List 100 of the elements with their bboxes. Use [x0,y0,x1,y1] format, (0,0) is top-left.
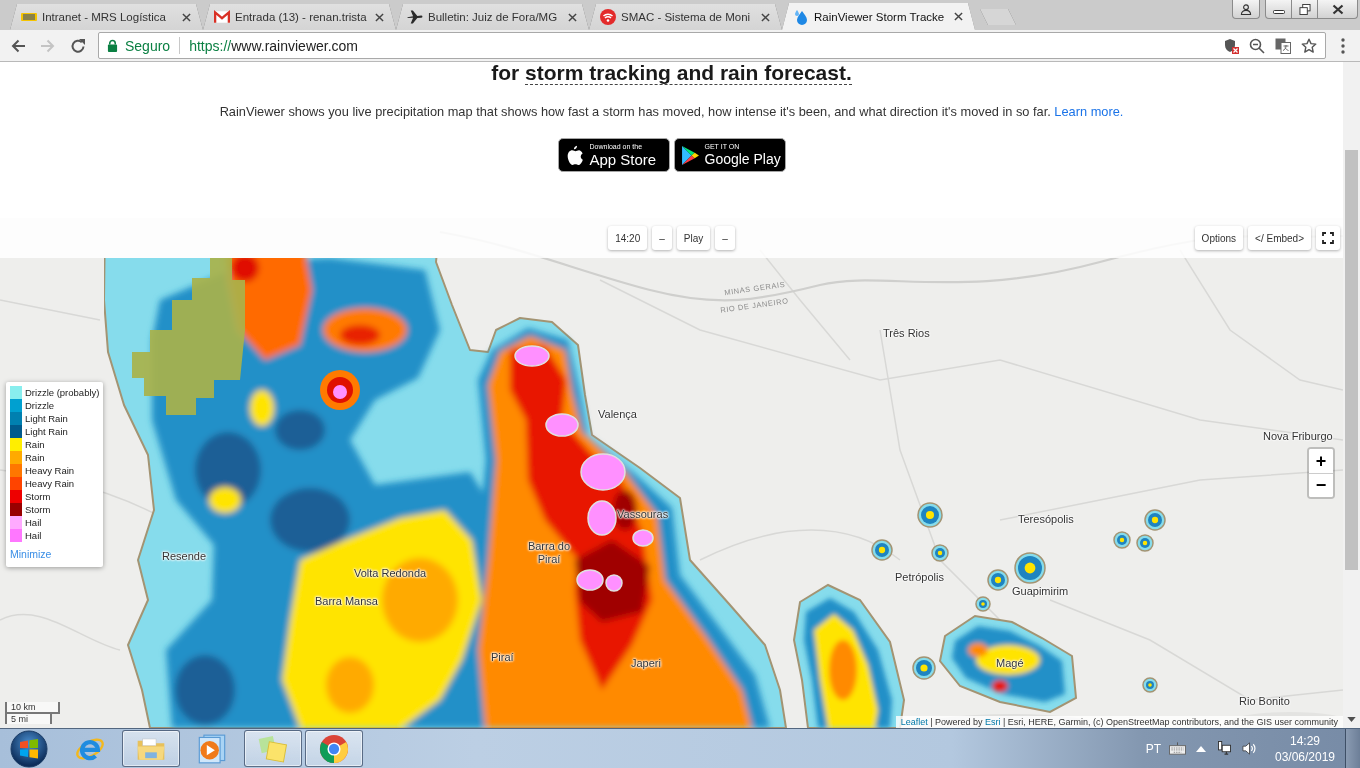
place-label: Magé [996,657,1024,670]
browser-tab[interactable]: Intranet - MRS Logística [10,4,203,30]
legend-label: Drizzle (probably) [25,387,100,398]
bookmark-star-icon[interactable] [1301,37,1317,54]
person-icon [1240,3,1252,15]
rain-cell-drawing [975,596,991,612]
security-label: Seguro [125,37,171,54]
browser-tab[interactable]: SMAC - Sistema de Moni [589,4,782,30]
rain-cell-drawing [1144,509,1166,531]
taskbar-button[interactable] [244,730,302,767]
url-text[interactable]: https://www.rainviewer.com [189,37,358,54]
intro-text: RainViewer shows you live precipitation map that shows how fast a storm has moved, how intense it's been, and what direction it's moved in so far. Learn more. [219,103,1124,120]
legend-label: Hail [25,517,42,528]
back-arrow-icon [10,37,26,54]
rain-cell-drawing [1113,531,1131,549]
droplet-icon [793,8,809,25]
scroll-down-arrow-icon[interactable] [1347,717,1356,722]
imperial-scale-bar: 5 mi [5,712,52,724]
legend-label: Rain [25,452,45,463]
time-button[interactable]: 14:20 [608,226,648,250]
legend-label: Drizzle [25,400,55,411]
leaflet-link[interactable]: Leaflet [900,717,928,727]
browser-logo-icon [319,733,349,764]
rain-cell-drawing [1142,677,1158,693]
step-button[interactable]: – [715,226,735,250]
airplane-icon [407,9,423,25]
browser-tab[interactable]: Entrada (13) - renan.trista [203,4,396,30]
place-label: Três Rios [883,327,930,340]
minimize-button[interactable] [1265,0,1292,19]
mail-icon [214,9,230,25]
place-label: Vassouras [617,508,669,521]
forward-arrow-icon [40,37,56,54]
browser-tab[interactable]: Bulletin: Juiz de Fora/MG [396,4,589,30]
apple-icon [565,145,584,165]
reload-icon [70,37,86,54]
close-window-button[interactable] [1318,0,1358,19]
scrollbar-thumb[interactable] [1345,150,1358,570]
legend-label: Heavy Rain [25,478,75,489]
options-button[interactable]: Options [1194,226,1244,250]
place-label: Japeri [631,657,661,670]
legend-label: Storm [25,504,51,515]
profile-button[interactable] [1232,0,1260,19]
zoom-out-icon[interactable] [1249,37,1265,54]
rain-cell-drawing [1136,534,1154,552]
rain-cell-drawing [1014,552,1046,584]
rain-cell-drawing [987,569,1009,591]
place-label: Piraí [491,651,514,664]
place-label: Nova Friburgo [1263,430,1333,443]
legend-label: Light Rain [25,413,68,424]
legend-label: Hail [25,530,42,541]
close-icon[interactable] [954,12,963,21]
fullscreen-button[interactable] [1316,226,1340,250]
taskbar-button[interactable] [122,730,180,767]
browser-tab[interactable]: RainViewer Storm Tracke [782,3,975,30]
fullscreen-icon [1322,232,1334,244]
step-button[interactable]: – [652,226,672,250]
embed-button[interactable]: </ Embed> [1248,226,1311,250]
attribution-text: Leaflet | Powered by Esri | Esri, HERE, Garmin, (c) OpenStreetMap contributors, and the GIS user community [895,716,1343,728]
play-icon [197,733,227,764]
wifi-icon [600,9,616,25]
close-icon[interactable] [182,12,191,22]
place-label: Guapimirim [1012,585,1069,598]
rain-cell-drawing [912,656,936,680]
restore-icon [1298,3,1311,15]
taskbar-button[interactable] [305,730,363,767]
page-heading: for storm tracking and rain forecast. [491,62,852,84]
close-icon[interactable] [761,12,770,22]
lock-icon [107,39,118,52]
show-desktop-button[interactable] [1345,729,1360,768]
legend-label: Heavy Rain [25,465,75,476]
learn-more-link[interactable]: Learn more. [1054,104,1124,119]
place-label: Petrópolis [895,571,944,584]
legend-label: Rain [25,439,45,450]
close-icon [1331,3,1344,15]
address-bar[interactable]: Seguro https://www.rainviewer.com [98,32,1326,59]
start-orb-icon [10,729,48,768]
minimize-link[interactable]: Minimize [10,548,52,561]
shield-blocked-icon[interactable] [1223,37,1239,54]
place-label: Resende [162,550,207,563]
close-icon[interactable] [568,12,577,22]
place-label: Barra do Piraí [526,540,572,566]
speaker-icon[interactable] [1242,741,1257,756]
close-icon[interactable] [375,12,384,22]
metric-scale-bar: 10 km [5,702,60,714]
translate-icon[interactable] [1275,37,1291,54]
legend-label: Light Rain [25,426,68,437]
play-button[interactable]: Play [676,226,711,250]
rain-cell-drawing [871,539,893,561]
place-label: Barra Mansa [315,595,378,608]
keyboard-icon[interactable] [1169,742,1186,755]
place-label: Teresópolis [1018,513,1074,526]
show-hidden-icons-arrow-icon[interactable] [1196,745,1206,752]
menu-icon [1341,37,1345,54]
restore-button[interactable] [1292,0,1318,19]
zoom-out-button[interactable]: − [1309,473,1333,497]
place-label: Volta Redonda [354,567,427,580]
esri-link[interactable]: Esri [985,717,1001,727]
network-icon[interactable] [1218,741,1231,756]
rain-cell-drawing [931,544,949,562]
scrollbar[interactable] [1343,62,1360,728]
